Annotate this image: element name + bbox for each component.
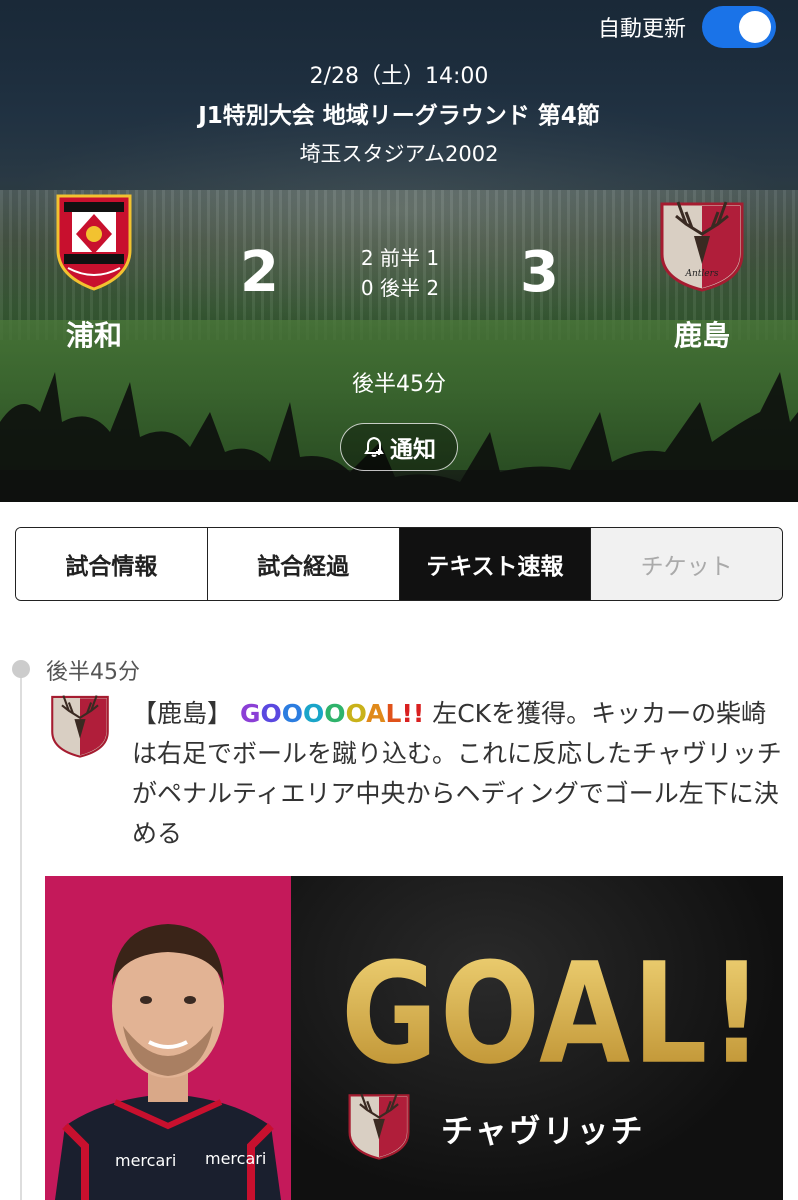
goal-text-char: O <box>324 699 346 728</box>
goal-card-image: mercari mercari GOAL! チャヴリッチ <box>45 876 783 1200</box>
goal-text-char: A <box>366 699 386 728</box>
auto-update-toggle[interactable] <box>702 6 776 48</box>
sponsor-right: mercari <box>205 1149 266 1168</box>
svg-text:Antlers: Antlers <box>684 269 718 279</box>
home-score: 2 <box>240 240 279 305</box>
auto-update-control: 自動更新 <box>598 6 776 48</box>
venue: 埼玉スタジアム2002 <box>299 142 499 166</box>
auto-update-label: 自動更新 <box>597 17 686 42</box>
match-status: 後半45分 <box>352 372 446 397</box>
competition-title: J1特別大会 地域リーグラウンド 第4節 <box>198 103 600 129</box>
away-team-name: 鹿島 <box>674 319 731 352</box>
goal-text-char: O <box>303 699 325 728</box>
tab-tickets[interactable]: チケット <box>591 528 782 600</box>
event-time: 後半45分 <box>46 660 140 685</box>
notify-label: 通知 <box>390 437 436 463</box>
notify-button[interactable]: 通知 <box>340 423 458 471</box>
goal-headline: GOAL! <box>341 932 766 1095</box>
first-half-score: 2 前半 1 <box>360 246 440 270</box>
player-photo: mercari mercari <box>55 924 281 1200</box>
tab-match-progress[interactable]: 試合経過 <box>207 528 400 600</box>
kashima-antlers-crest-icon[interactable]: Antlers <box>656 194 748 292</box>
event-text: 【鹿島】 GOOOOOAL!! 左CKを獲得。キッカーの柴崎は右足でボールを蹴り… <box>132 694 782 854</box>
sponsor-left: mercari <box>115 1151 176 1170</box>
kashima-antlers-crest-icon <box>348 1093 410 1160</box>
match-tabs: 試合情報 試合経過 テキスト速報 チケット <box>15 527 783 601</box>
goal-text-char: O <box>260 699 282 728</box>
goal-text-char: G <box>239 699 261 728</box>
goal-text-char: L <box>385 699 402 728</box>
kashima-antlers-crest-icon <box>51 695 109 758</box>
match-header: 自動更新 2/28（土）14:00 J1特別大会 地域リーグラウンド 第4節 埼… <box>0 0 798 502</box>
tab-match-info[interactable]: 試合情報 <box>16 528 208 600</box>
tab-text-live[interactable]: テキスト速報 <box>399 528 592 600</box>
goal-text: GOOOOOAL!! <box>240 699 424 728</box>
away-score: 3 <box>520 240 559 305</box>
home-team-name: 浦和 <box>66 319 123 352</box>
goal-text-char: ! <box>412 699 425 728</box>
urawa-red-diamonds-crest-icon[interactable] <box>54 192 134 292</box>
team-tag: 【鹿島】 <box>132 699 233 728</box>
second-half-score: 0 後半 2 <box>360 276 440 300</box>
goal-text-char: O <box>345 699 367 728</box>
timeline-dot <box>12 660 30 678</box>
scorer-name: チャヴリッチ <box>441 1112 645 1150</box>
match-date: 2/28（土）14:00 <box>309 64 489 89</box>
timeline-line <box>20 676 22 1200</box>
goal-text-char: ! <box>401 699 413 728</box>
goal-text-char: O <box>281 699 304 728</box>
bell-plus-icon <box>364 436 384 457</box>
